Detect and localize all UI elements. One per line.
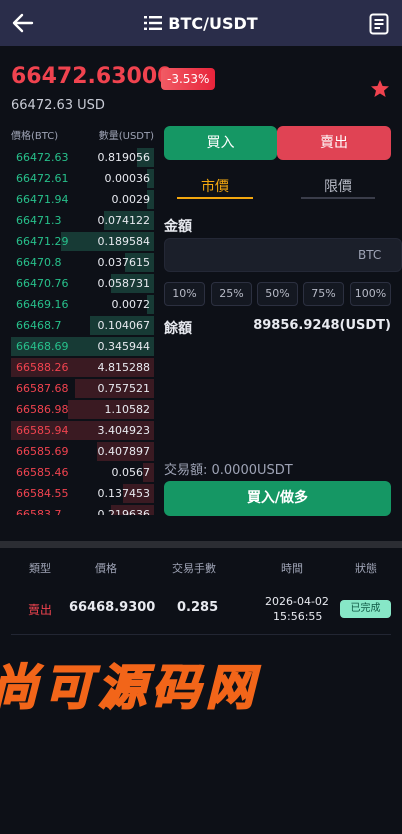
buy-order-row[interactable]: 66470.8 0.037615 [11, 252, 154, 273]
sell-order-qty: 0.219636 [97, 508, 151, 515]
history-row-divider [11, 634, 391, 635]
tab-market-underline [177, 197, 253, 199]
sell-order-row[interactable]: 66585.94 3.404923 [11, 420, 154, 441]
buy-order-row[interactable]: 66469.16 0.0072 [11, 294, 154, 315]
top-bar: BTC/USDT [0, 0, 402, 46]
sell-order-price: 66584.55 [16, 487, 69, 500]
buy-order-row[interactable]: 66472.63 0.819056 [11, 147, 154, 168]
amount-label: 金額 [164, 219, 192, 235]
buy-order-row[interactable]: 66471.94 0.0029 [11, 189, 154, 210]
orderbook-qty-header: 數量(USDT) [98, 131, 154, 142]
buy-order-qty: 0.058731 [97, 277, 151, 290]
buy-order-qty: 0.0072 [111, 298, 151, 311]
sell-order-qty: 0.757521 [97, 382, 151, 395]
sell-order-price: 66586.98 [16, 403, 69, 416]
sell-tab-button[interactable]: 賣出 [277, 126, 391, 160]
list-icon [144, 16, 163, 30]
amount-unit: BTC [358, 248, 382, 262]
buy-order-price: 66471.94 [16, 193, 69, 206]
sell-order-price: 66583.7 [16, 508, 62, 515]
favorite-star-icon[interactable] [370, 79, 390, 99]
history-time: 15:56:55 [273, 610, 323, 623]
orderbook-list: 66472.63 0.819056 66472.61 0.00036 66471.94 0… [11, 147, 154, 515]
orderbook-price-header: 價格(BTC) [11, 131, 59, 142]
percent-25-button[interactable]: 25% [211, 282, 252, 306]
history-header-status: 狀態 [355, 562, 377, 575]
buy-tab-button[interactable]: 買入 [164, 126, 277, 160]
last-price: 66472.63000 [11, 64, 173, 89]
buy-order-row[interactable]: 66471.29 0.189584 [11, 231, 154, 252]
status-badge: 已完成 [340, 600, 391, 618]
history-type: 賣出 [28, 603, 53, 617]
usd-price: 66472.63 USD [11, 98, 105, 113]
sell-order-price: 66585.69 [16, 445, 69, 458]
buy-order-qty: 0.104067 [97, 319, 151, 332]
buy-order-qty: 0.0029 [111, 193, 151, 206]
sell-order-qty: 0.407897 [97, 445, 151, 458]
page-title: BTC/USDT [168, 13, 258, 33]
buy-order-price: 66471.29 [16, 235, 69, 248]
buy-order-price: 66468.69 [16, 340, 69, 353]
buy-order-price: 66470.76 [16, 277, 69, 290]
buy-order-qty: 0.189584 [97, 235, 151, 248]
balance-value: 89856.9248(USDT) [253, 318, 391, 333]
sell-order-row[interactable]: 66584.55 0.137453 [11, 483, 154, 504]
buy-order-row[interactable]: 66470.76 0.058731 [11, 273, 154, 294]
change-badge: -3.53% [161, 68, 216, 90]
history-header-type: 類型 [29, 562, 51, 575]
sell-order-row[interactable]: 66583.7 0.219636 [11, 504, 154, 515]
buy-order-qty: 0.819056 [97, 151, 151, 164]
back-arrow-icon[interactable] [12, 13, 34, 33]
buy-order-row[interactable]: 66471.3 0.074122 [11, 210, 154, 231]
sell-order-qty: 0.0567 [111, 466, 151, 479]
buy-order-qty: 0.074122 [97, 214, 151, 227]
history-date: 2026-04-02 [265, 595, 329, 608]
buy-order-price: 66472.61 [16, 172, 69, 185]
watermark: 尚可源码网 [0, 659, 261, 717]
sell-order-qty: 0.137453 [97, 487, 151, 500]
buy-long-button[interactable]: 買入/做多 [164, 481, 391, 516]
sell-order-row[interactable]: 66587.68 0.757521 [11, 378, 154, 399]
tab-limit-underline [301, 197, 375, 199]
buy-order-row[interactable]: 66468.7 0.104067 [11, 315, 154, 336]
percent-10-button[interactable]: 10% [164, 282, 205, 306]
orderbook-header: 價格(BTC) 數量(USDT) [11, 127, 154, 142]
tab-limit[interactable]: 限價 [301, 176, 375, 196]
history-header-price: 價格 [95, 562, 117, 575]
sell-order-row[interactable]: 66586.98 1.10582 [11, 399, 154, 420]
buy-order-qty: 0.00036 [104, 172, 151, 185]
percent-100-button[interactable]: 100% [350, 282, 391, 306]
sell-order-price: 66585.94 [16, 424, 69, 437]
sell-order-price: 66588.26 [16, 361, 69, 374]
buy-order-price: 66468.7 [16, 319, 62, 332]
balance-label: 餘額 [164, 321, 192, 337]
sell-order-price: 66587.68 [16, 382, 69, 395]
sell-order-price: 66585.46 [16, 466, 69, 479]
percent-50-button[interactable]: 50% [257, 282, 298, 306]
buy-order-price: 66472.63 [16, 151, 69, 164]
history-header-time: 時間 [281, 562, 303, 575]
sell-order-qty: 4.815288 [97, 361, 151, 374]
buy-order-row[interactable]: 66472.61 0.00036 [11, 168, 154, 189]
sell-order-qty: 3.404923 [97, 424, 151, 437]
trade-amount: 交易額: 0.0000USDT [164, 463, 293, 478]
tab-market[interactable]: 市價 [177, 176, 253, 196]
sell-order-qty: 1.10582 [104, 403, 151, 416]
buy-order-price: 66470.8 [16, 256, 62, 269]
history-price: 66468.9300 [69, 600, 156, 615]
pair-selector[interactable]: BTC/USDT [144, 13, 258, 33]
buy-order-qty: 0.037615 [97, 256, 151, 269]
sell-order-row[interactable]: 66585.46 0.0567 [11, 462, 154, 483]
sell-order-row[interactable]: 66585.69 0.407897 [11, 441, 154, 462]
section-divider [0, 541, 402, 548]
buy-order-price: 66471.3 [16, 214, 62, 227]
buy-order-row[interactable]: 66468.69 0.345944 [11, 336, 154, 357]
history-header-lots: 交易手數 [172, 562, 216, 575]
sell-order-row[interactable]: 66588.26 4.815288 [11, 357, 154, 378]
buy-order-qty: 0.345944 [97, 340, 151, 353]
buy-order-price: 66469.16 [16, 298, 69, 311]
history-lots: 0.285 [177, 600, 219, 615]
percent-75-button[interactable]: 75% [303, 282, 344, 306]
document-icon[interactable] [369, 13, 389, 35]
